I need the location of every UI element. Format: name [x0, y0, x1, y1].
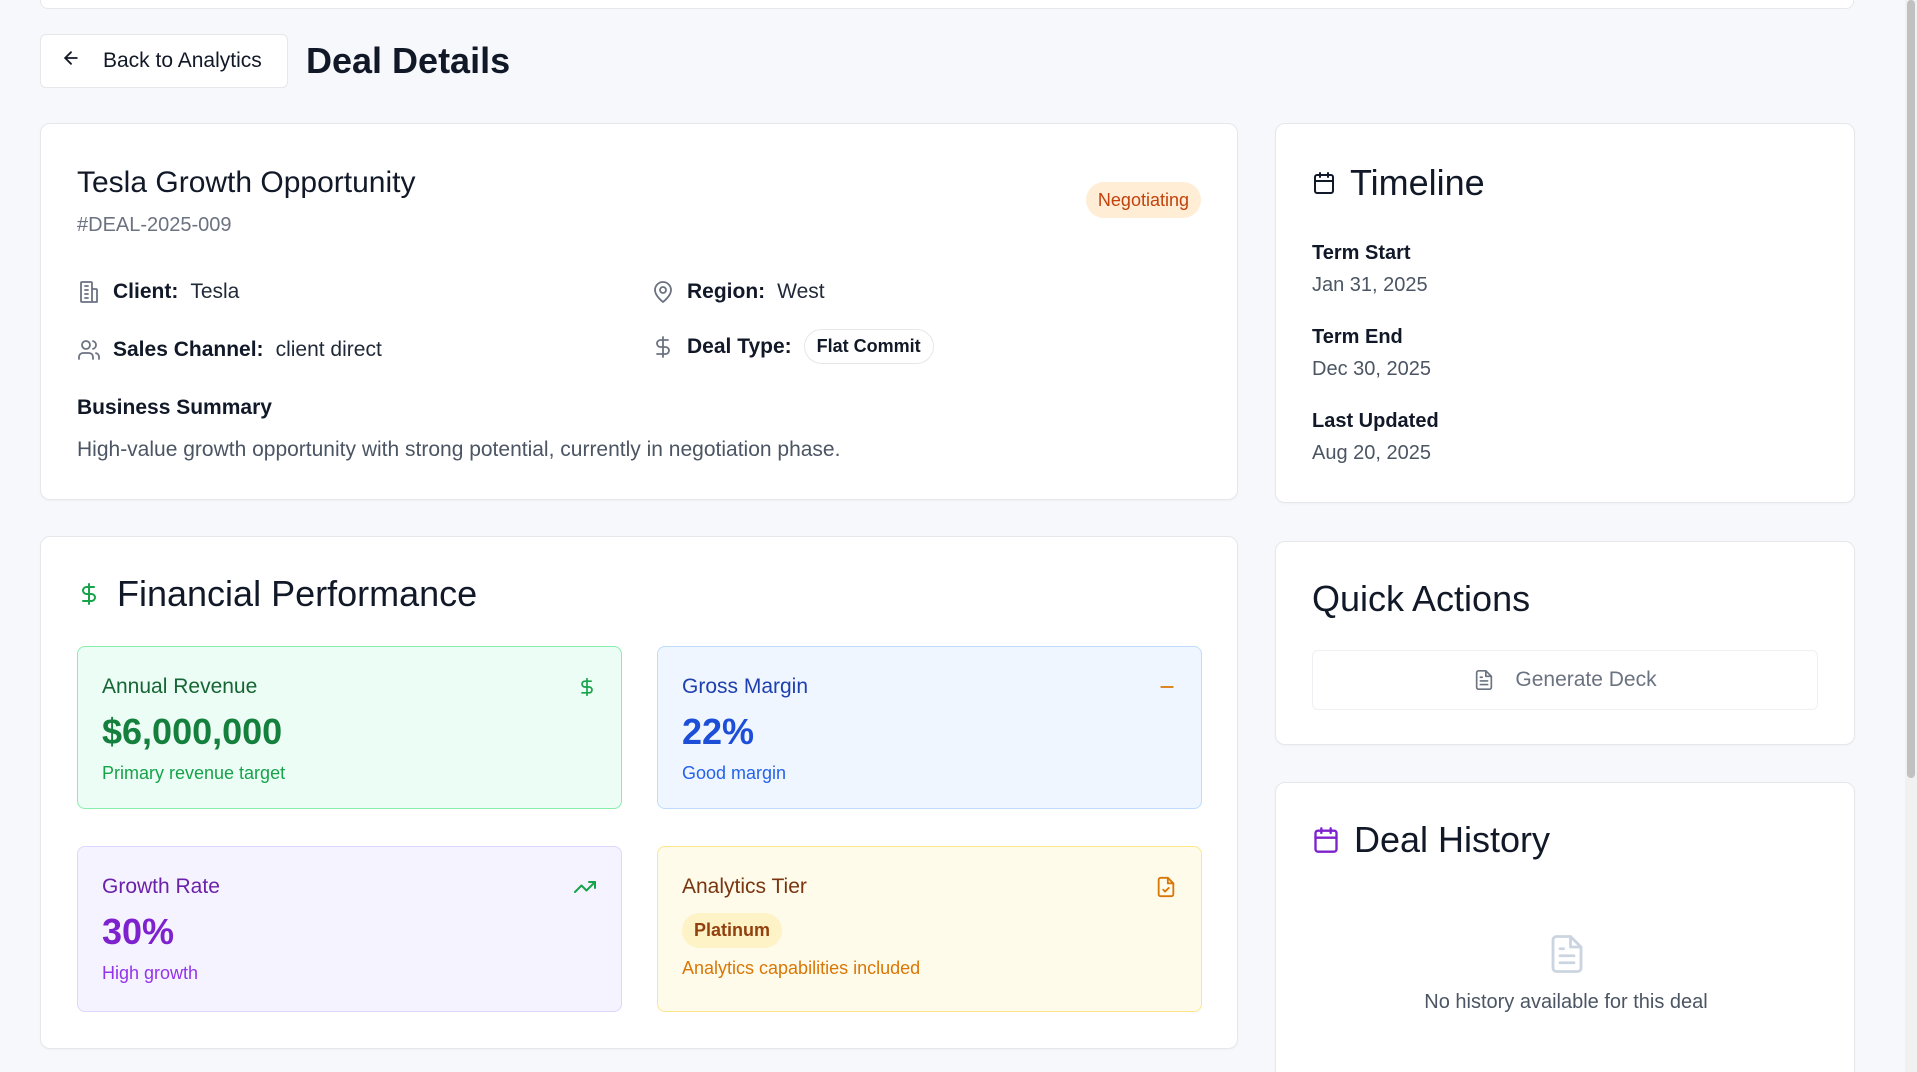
page-title: Deal Details — [306, 40, 511, 81]
gross-margin-sub: Good margin — [682, 763, 787, 783]
annual-revenue-metric: Annual Revenue $6,000,000 Primary revenu… — [77, 646, 622, 809]
file-check-icon — [1155, 875, 1177, 904]
timeline-card: Timeline Term Start Jan 31, 2025 Term En… — [1275, 123, 1855, 503]
growth-rate-sub: High growth — [102, 963, 199, 983]
region-value: West — [777, 280, 825, 303]
client-row: Client: Tesla — [77, 280, 239, 304]
calendar-icon — [1312, 171, 1336, 195]
quick-actions-title: Quick Actions — [1312, 578, 1531, 619]
region-row: Region: West — [651, 280, 825, 304]
growth-rate-value: 30% — [102, 911, 175, 952]
generate-deck-button[interactable]: Generate Deck — [1312, 650, 1818, 710]
growth-rate-metric: Growth Rate 30% High growth — [77, 846, 622, 1012]
sales-channel-row: Sales Channel: client direct — [77, 338, 382, 362]
generate-deck-label: Generate Deck — [1515, 668, 1657, 691]
quick-actions-card: Quick Actions Generate Deck — [1275, 541, 1855, 745]
dollar-icon — [577, 675, 597, 704]
building-icon — [77, 280, 101, 304]
last-updated-value: Aug 20, 2025 — [1312, 442, 1431, 464]
client-value: Tesla — [190, 280, 240, 303]
empty-file-icon — [1546, 931, 1588, 982]
timeline-heading: Timeline — [1312, 162, 1485, 204]
sales-channel-label: Sales Channel: — [113, 338, 264, 361]
term-start-label: Term Start — [1312, 242, 1411, 264]
dollar-icon — [651, 335, 675, 359]
deal-history-heading: Deal History — [1312, 819, 1550, 861]
deal-name: Tesla Growth Opportunity — [77, 166, 416, 199]
business-summary-text: High-value growth opportunity with stron… — [77, 438, 841, 461]
deal-id: #DEAL-2025-009 — [77, 214, 232, 236]
region-label: Region: — [687, 280, 766, 303]
sales-channel-value: client direct — [275, 338, 382, 361]
file-icon — [1473, 669, 1495, 691]
deal-type-pill: Flat Commit — [803, 329, 934, 364]
annual-revenue-label: Annual Revenue — [102, 675, 258, 698]
deal-info-card: Tesla Growth Opportunity #DEAL-2025-009 … — [40, 123, 1238, 500]
back-button-label: Back to Analytics — [103, 49, 262, 72]
scrollbar-thumb[interactable] — [1907, 0, 1915, 778]
timeline-title: Timeline — [1350, 162, 1485, 203]
users-icon — [77, 338, 101, 362]
deal-history-card: Deal History No history available for th… — [1275, 782, 1855, 1072]
deal-history-title: Deal History — [1354, 819, 1551, 860]
annual-revenue-sub: Primary revenue target — [102, 763, 286, 783]
gross-margin-metric: Gross Margin 22% Good margin — [657, 646, 1202, 809]
minus-icon — [1157, 675, 1177, 704]
annual-revenue-value: $6,000,000 — [102, 711, 283, 752]
deal-type-row: Deal Type: Flat Commit — [651, 329, 934, 364]
term-end-label: Term End — [1312, 326, 1403, 348]
analytics-tier-metric: Analytics Tier Platinum Analytics capabi… — [657, 846, 1202, 1012]
arrow-left-icon — [61, 48, 81, 74]
dollar-icon — [77, 579, 101, 609]
map-pin-icon — [651, 280, 675, 304]
deal-type-label: Deal Type: — [687, 334, 792, 358]
calendar-icon — [1312, 826, 1340, 854]
analytics-tier-label: Analytics Tier — [682, 875, 807, 898]
last-updated-label: Last Updated — [1312, 410, 1439, 432]
status-badge: Negotiating — [1085, 182, 1201, 218]
financial-performance-card: Financial Performance Annual Revenue $6,… — [40, 536, 1238, 1049]
client-label: Client: — [113, 280, 179, 303]
back-to-analytics-button[interactable]: Back to Analytics — [40, 34, 288, 88]
term-end-value: Dec 30, 2025 — [1312, 358, 1431, 380]
analytics-tier-pill: Platinum — [682, 913, 783, 948]
financial-performance-heading: Financial Performance — [77, 573, 477, 615]
gross-margin-label: Gross Margin — [682, 675, 809, 698]
analytics-tier-sub: Analytics capabilities included — [682, 958, 921, 978]
term-start-value: Jan 31, 2025 — [1312, 274, 1428, 296]
business-summary-title: Business Summary — [77, 396, 272, 419]
gross-margin-value: 22% — [682, 711, 755, 752]
history-empty-text: No history available for this deal — [1424, 991, 1708, 1013]
trending-up-icon — [573, 875, 597, 904]
growth-rate-label: Growth Rate — [102, 875, 220, 898]
top-header-bar — [40, 0, 1854, 9]
financial-performance-title: Financial Performance — [117, 573, 478, 614]
